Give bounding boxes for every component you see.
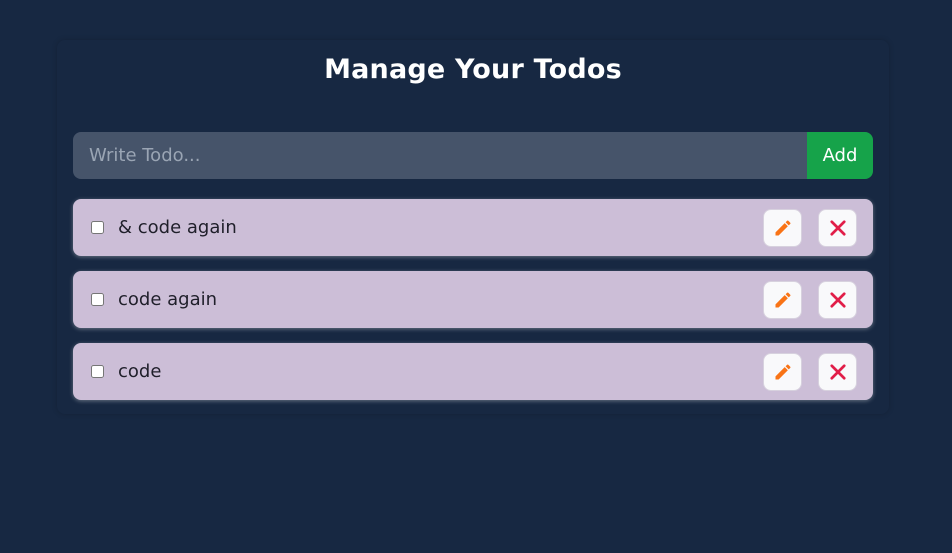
todo-form: Add	[73, 132, 873, 179]
pencil-icon	[775, 291, 791, 307]
delete-button[interactable]	[818, 352, 857, 391]
delete-button[interactable]	[818, 280, 857, 319]
edit-button[interactable]	[763, 352, 802, 391]
edit-button[interactable]	[763, 280, 802, 319]
todo-item: code	[73, 343, 873, 400]
pencil-icon	[775, 363, 791, 379]
add-button[interactable]: Add	[807, 132, 873, 179]
todo-checkbox[interactable]	[91, 365, 104, 378]
todo-item: code again	[73, 271, 873, 328]
close-icon	[829, 219, 846, 236]
todo-text: code again	[118, 289, 218, 310]
delete-button[interactable]	[818, 208, 857, 247]
pencil-icon	[775, 219, 791, 235]
todo-checkbox[interactable]	[91, 293, 104, 306]
todo-checkbox[interactable]	[91, 221, 104, 234]
todo-card: Manage Your Todos Add & code again code …	[57, 40, 889, 414]
todo-item: & code again	[73, 199, 873, 256]
close-icon	[829, 363, 846, 380]
todo-text: & code again	[118, 217, 237, 238]
close-icon	[829, 291, 846, 308]
page-title: Manage Your Todos	[324, 54, 622, 85]
edit-button[interactable]	[763, 208, 802, 247]
todo-input[interactable]	[73, 132, 807, 179]
todo-list: & code again code again code	[73, 199, 873, 415]
todo-text: code	[118, 361, 162, 382]
